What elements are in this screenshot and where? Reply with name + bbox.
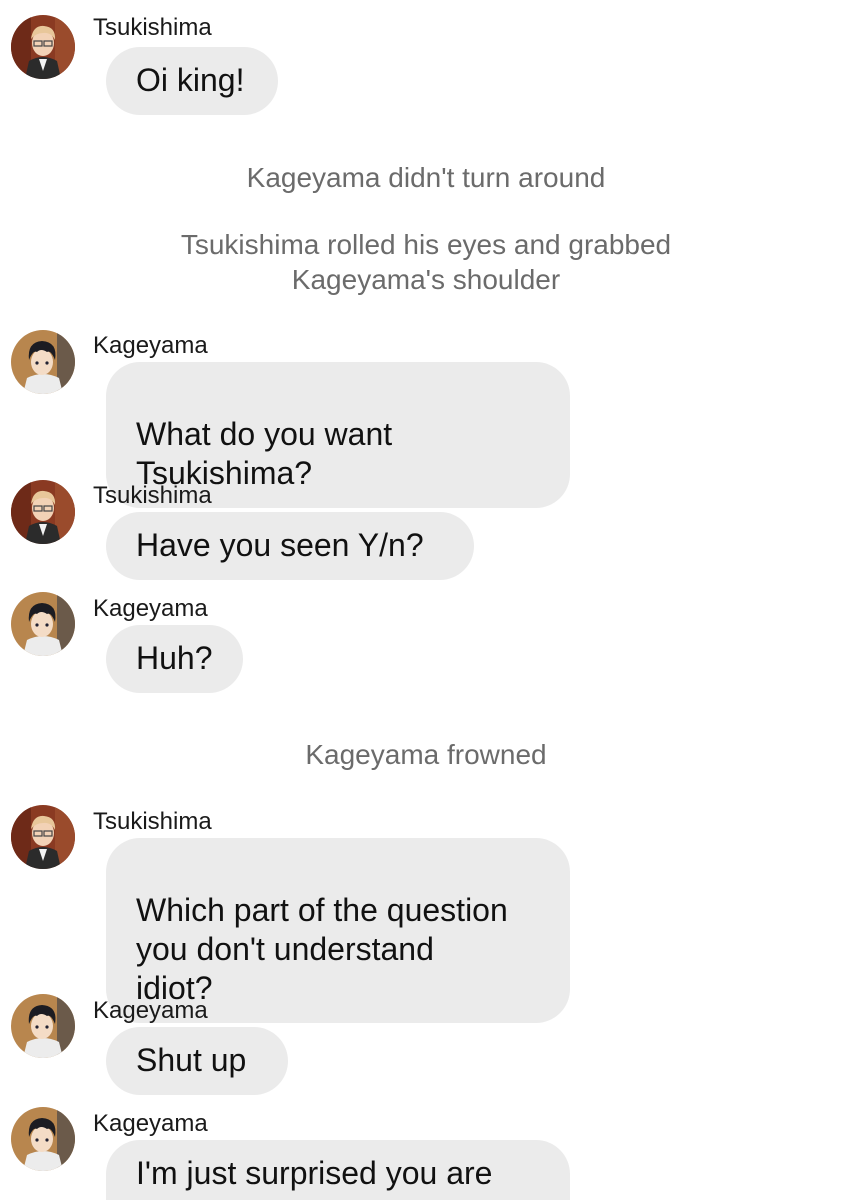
avatar-tsukishima-icon[interactable] <box>11 15 75 79</box>
avatar-kageyama-icon[interactable] <box>11 330 75 394</box>
message-bubble[interactable]: Huh? <box>106 625 243 693</box>
message-bubble[interactable]: Which part of the question you don't und… <box>106 838 570 1023</box>
message-text: Oi king! <box>136 62 245 98</box>
sender-name: Tsukishima <box>93 482 212 509</box>
sender-name: Kageyama <box>93 332 208 359</box>
message-bubble[interactable]: Shut up <box>106 1027 288 1095</box>
message-bubble[interactable]: Have you seen Y/n? <box>106 512 474 580</box>
message-text: Huh? <box>136 640 213 676</box>
sender-name: Tsukishima <box>93 808 212 835</box>
sender-name: Kageyama <box>93 1110 208 1137</box>
avatar-tsukishima-icon[interactable] <box>11 805 75 869</box>
narration-text: Kageyama didn't turn around <box>246 162 606 193</box>
avatar-kageyama-icon[interactable] <box>11 994 75 1058</box>
message-text: What do you want Tsukishima? <box>136 416 393 491</box>
message-bubble[interactable]: Oi king! <box>106 47 278 115</box>
sender-name: Kageyama <box>93 595 208 622</box>
sender-name: Kageyama <box>93 997 208 1024</box>
avatar-kageyama-icon[interactable] <box>11 592 75 656</box>
message-text: Which part of the question you don't und… <box>136 892 508 1006</box>
message-text: I'm just surprised you are <box>136 1155 493 1191</box>
narration-text: Tsukishima rolled his eyes and grabbed K… <box>180 229 672 295</box>
avatar-kageyama-icon[interactable] <box>11 1107 75 1171</box>
sender-name: Tsukishima <box>93 14 212 41</box>
narration-text: Kageyama frowned <box>305 739 547 770</box>
message-bubble[interactable]: I'm just surprised you are <box>106 1140 570 1200</box>
message-text: Have you seen Y/n? <box>136 527 424 563</box>
message-text: Shut up <box>136 1042 247 1078</box>
avatar-tsukishima-icon[interactable] <box>11 480 75 544</box>
